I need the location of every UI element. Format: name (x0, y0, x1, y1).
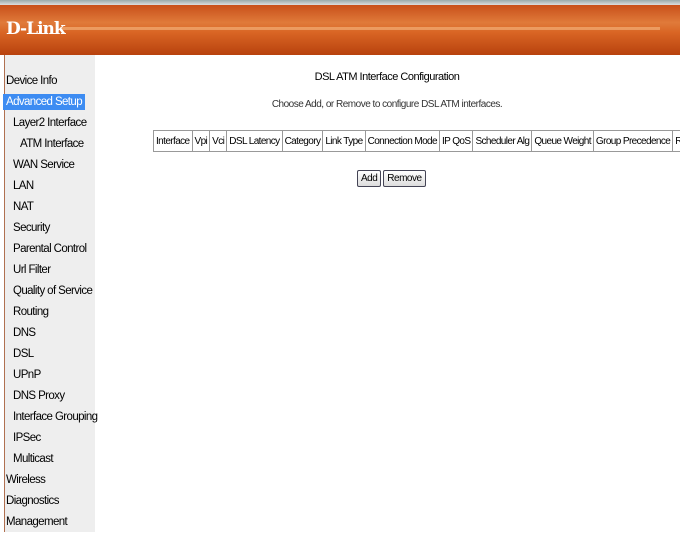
column-header-interface: Interface (153, 130, 193, 152)
banner-streak (60, 27, 660, 30)
sidebar-item-diagnostics[interactable]: Diagnostics (6, 493, 59, 509)
sidebar-item-lan[interactable]: LAN (13, 178, 34, 194)
button-row: Add Remove (357, 168, 428, 187)
column-header-scheduler-alg: Scheduler Alg (472, 130, 533, 152)
sidebar-item-dns-proxy[interactable]: DNS Proxy (13, 388, 65, 404)
atm-interface-table: Interface Vpi Vci DSL Latency Category Link T… (153, 130, 680, 152)
sidebar-item-routing[interactable]: Routing (13, 304, 49, 320)
sidebar-item-wan-service[interactable]: WAN Service (13, 157, 75, 173)
column-header-category: Category (281, 130, 324, 152)
sidebar-item-upnp[interactable]: UPnP (13, 367, 41, 383)
sidebar-item-atm-interface[interactable]: ATM Interface (20, 136, 84, 152)
sidebar-item-wireless[interactable]: Wireless (6, 472, 46, 488)
sidebar-item-advanced-setup[interactable]: Advanced Setup (3, 94, 85, 110)
header-banner: D-Link (0, 5, 680, 55)
add-button[interactable]: Add (357, 170, 382, 187)
column-header-connection-mode: Connection Mode (364, 130, 440, 152)
sidebar-item-dns[interactable]: DNS (13, 325, 36, 341)
sidebar-item-quality-of-service[interactable]: Quality of Service (13, 283, 93, 299)
column-header-group-precedence: Group Precedence (592, 130, 674, 152)
column-header-queue-weight: Queue Weight (531, 130, 594, 152)
sidebar-item-interface-grouping[interactable]: Interface Grouping (13, 409, 98, 425)
table-header-row: Interface Vpi Vci DSL Latency Category Link T… (153, 130, 680, 152)
sidebar-item-management[interactable]: Management (6, 514, 68, 530)
sidebar-item-url-filter[interactable]: Url Filter (13, 262, 51, 278)
column-header-vpi: Vpi (191, 130, 211, 152)
sidebar-item-multicast[interactable]: Multicast (13, 451, 54, 467)
sidebar-item-parental-control[interactable]: Parental Control (13, 241, 87, 257)
page-description: Choose Add, or Remove to configure DSL A… (271, 99, 503, 110)
column-header-remove: Remove (672, 130, 680, 152)
page-title: DSL ATM Interface Configuration (314, 71, 460, 83)
sidebar-item-layer2-interface[interactable]: Layer2 Interface (13, 115, 87, 131)
column-header-link-type: Link Type (322, 130, 366, 152)
sidebar-item-security[interactable]: Security (13, 220, 50, 236)
remove-button[interactable]: Remove (383, 170, 426, 187)
column-header-vci: Vci (209, 130, 228, 152)
sidebar-item-ipsec[interactable]: IPSec (13, 430, 41, 446)
column-header-ip-qos: IP QoS (438, 130, 474, 152)
sidebar-item-nat[interactable]: NAT (13, 199, 34, 215)
sidebar-item-dsl[interactable]: DSL (13, 346, 34, 362)
column-header-dsl-latency: DSL Latency (226, 130, 283, 152)
sidebar-item-device-info[interactable]: Device Info (6, 73, 58, 89)
dlink-logo: D-Link (6, 19, 66, 39)
